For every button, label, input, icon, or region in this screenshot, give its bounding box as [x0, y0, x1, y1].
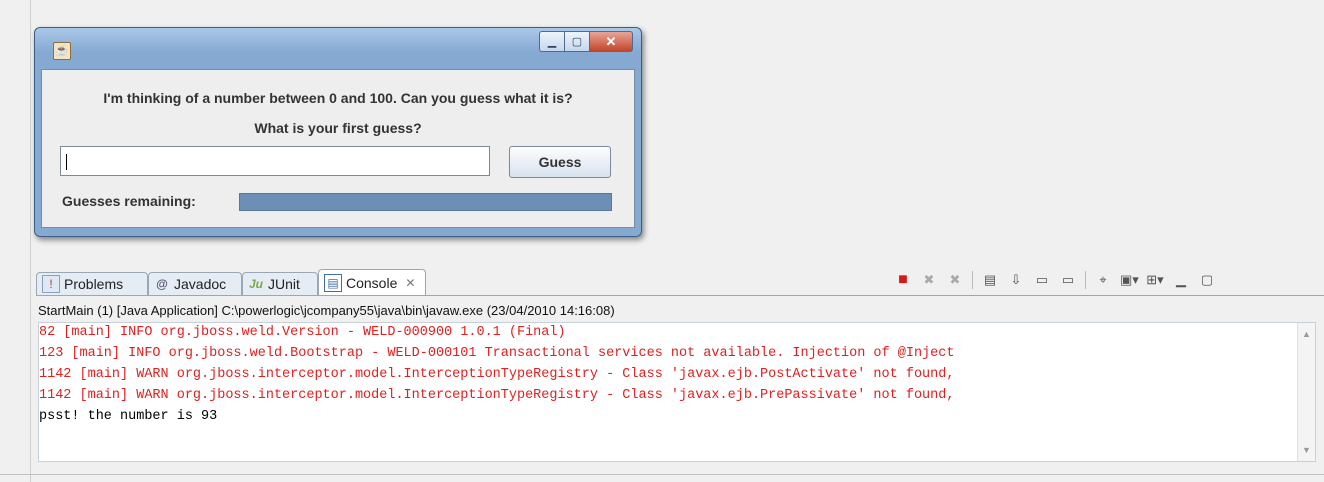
terminate-icon[interactable]: ■	[894, 271, 912, 289]
guesses-remaining-bar	[239, 193, 612, 211]
text-caret	[66, 154, 67, 170]
console-line: 1142 [main] WARN org.jboss.interceptor.m…	[39, 367, 955, 382]
minimize-view-icon[interactable]: ▁	[1172, 271, 1190, 289]
console-line: 1142 [main] WARN org.jboss.interceptor.m…	[39, 388, 955, 403]
tab-label: Javadoc	[174, 276, 227, 292]
intro-message: I'm thinking of a number between 0 and 1…	[103, 90, 573, 106]
junit-icon: Ju	[248, 277, 263, 291]
tab-junit[interactable]: Ju JUnit	[242, 272, 318, 295]
java-app-icon: ☕	[53, 42, 71, 60]
guess-button[interactable]: Guess	[509, 146, 611, 178]
bottom-border	[0, 474, 1324, 475]
tab-label: Problems	[64, 276, 124, 292]
vertical-scrollbar[interactable]: ▲ ▼	[1297, 323, 1315, 461]
tab-console[interactable]: ▤ Console ✕	[318, 269, 426, 295]
show-on-stdout-icon[interactable]: ▭	[1033, 271, 1051, 289]
console-line: 123 [main] INFO org.jboss.weld.Bootstrap…	[39, 346, 955, 361]
show-on-stderr-icon[interactable]: ▭	[1059, 271, 1077, 289]
console-output[interactable]: 82 [main] INFO org.jboss.weld.Version - …	[38, 322, 1316, 462]
console-title: StartMain (1) [Java Application] C:\powe…	[38, 303, 615, 318]
pin-console-icon[interactable]: ⌖	[1094, 271, 1112, 289]
guesses-remaining-label: Guesses remaining:	[62, 193, 196, 209]
window-controls: ▁ ▢ ✕	[539, 31, 633, 52]
console-toolbar: ■ ✖ ✖ ▤ ⇩ ▭ ▭ ⌖ ▣▾ ⊞▾ ▁ ▢	[890, 269, 1220, 291]
guess-input[interactable]	[60, 146, 490, 176]
toolbar-separator	[1085, 271, 1086, 289]
scroll-down-icon[interactable]: ▼	[1302, 445, 1311, 455]
clear-console-icon[interactable]: ▤	[981, 271, 999, 289]
tab-label: JUnit	[268, 276, 300, 292]
close-icon[interactable]: ✕	[590, 31, 633, 52]
scroll-lock-icon[interactable]: ⇩	[1007, 271, 1025, 289]
remove-all-terminated-icon[interactable]: ✖	[946, 271, 964, 289]
guesses-remaining-fill	[240, 194, 611, 210]
remove-launch-icon[interactable]: ✖	[920, 271, 938, 289]
maximize-icon[interactable]: ▢	[565, 31, 590, 52]
console-line: psst! the number is 93	[39, 409, 218, 424]
dialog-content: I'm thinking of a number between 0 and 1…	[41, 69, 635, 228]
tab-problems[interactable]: ! Problems	[36, 272, 148, 295]
at-icon: @	[156, 277, 168, 291]
scroll-up-icon[interactable]: ▲	[1302, 329, 1311, 339]
tab-javadoc[interactable]: @ Javadoc	[148, 272, 242, 295]
console-line: 82 [main] INFO org.jboss.weld.Version - …	[39, 325, 566, 340]
guess-game-window: ☕ ▁ ▢ ✕ I'm thinking of a number between…	[34, 27, 642, 237]
tab-label: Console	[346, 274, 398, 291]
problems-icon: !	[42, 275, 60, 293]
maximize-view-icon[interactable]: ▢	[1198, 271, 1216, 289]
toolbar-separator	[972, 271, 973, 289]
open-console-icon[interactable]: ⊞▾	[1146, 271, 1164, 289]
display-console-icon[interactable]: ▣▾	[1120, 271, 1139, 289]
minimize-icon[interactable]: ▁	[539, 31, 565, 52]
first-guess-prompt: What is your first guess?	[254, 120, 422, 136]
console-icon: ▤	[324, 273, 342, 292]
editor-left-border	[30, 0, 31, 482]
close-tab-icon[interactable]: ✕	[405, 276, 415, 290]
